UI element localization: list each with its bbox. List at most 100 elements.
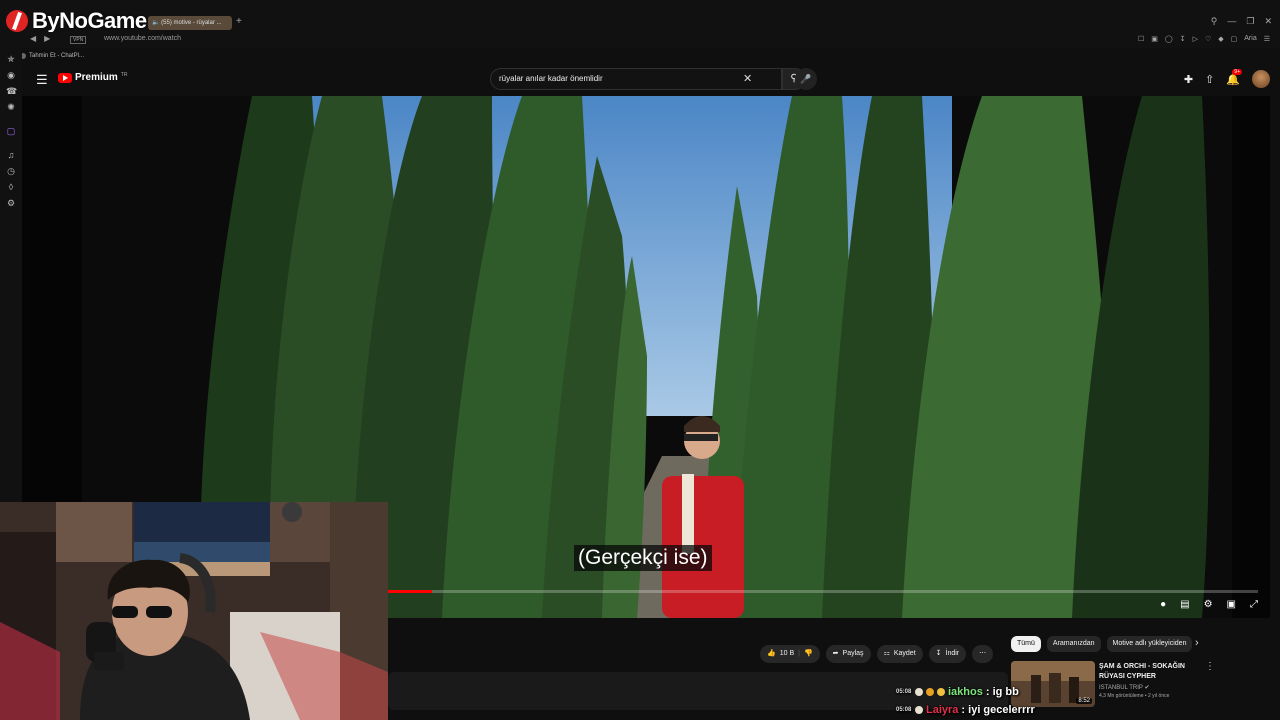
- player-controls: ● ▤ ⚙ ▣ ⤢: [1160, 599, 1258, 610]
- youtube-play-icon: [58, 72, 72, 83]
- recommended-meta: 4,3 Mn görüntüleme • 2 yıl önce: [1099, 693, 1170, 699]
- sidebar-twitch-icon[interactable]: ▢: [6, 126, 16, 136]
- recommendation-chips: Tümü Aramanızdan Motive adlı yükleyicide…: [1011, 636, 1193, 652]
- menu-icon[interactable]: ☰: [1264, 35, 1270, 43]
- search-tabs-icon[interactable]: ⚲: [1211, 16, 1218, 27]
- settings-icon[interactable]: ⚙: [1204, 599, 1213, 610]
- chat-message: 05:08 Laiyra : iyi gecelerrrr: [896, 701, 1036, 719]
- extension-icon[interactable]: ◆: [1218, 35, 1223, 43]
- user-badge-icon: [915, 706, 923, 714]
- webcam-image: [0, 502, 388, 720]
- stream-watermark: ByNoGame: [6, 8, 147, 34]
- speaker-icon: 🔈: [152, 20, 160, 26]
- play-icon[interactable]: ▷: [1193, 35, 1198, 43]
- chevron-right-icon[interactable]: ›: [1195, 637, 1199, 649]
- back-icon[interactable]: ◀: [30, 34, 36, 43]
- navigation-buttons: ◀ ▶: [30, 34, 50, 43]
- new-tab-button[interactable]: +: [236, 16, 242, 27]
- url-field[interactable]: www.youtube.com/watch: [104, 35, 181, 42]
- window-controls: ⚲ — ❐ ✕: [1211, 16, 1272, 27]
- sidebar-history-icon[interactable]: ◷: [6, 166, 16, 176]
- sidebar-aria-icon[interactable]: ✯: [6, 54, 16, 64]
- sidebar-player-icon[interactable]: ♫: [6, 150, 16, 160]
- theater-mode-icon[interactable]: ▣: [1227, 599, 1236, 610]
- thumbs-up-icon: 👍: [767, 650, 776, 657]
- chip-from-search[interactable]: Aramanızdan: [1046, 636, 1101, 652]
- video-duration: 8:52: [1076, 698, 1092, 704]
- chat-username: iakhos: [948, 686, 983, 698]
- like-count: 10 B: [779, 650, 795, 657]
- search-box: ✕: [490, 68, 782, 90]
- share-button[interactable]: ➦ Paylaş: [825, 645, 871, 663]
- screen: ByNoGame 🔈 (55) motive - rüyalar ... + ⚲…: [0, 0, 1280, 720]
- watermark-text: ByNoGame: [32, 8, 147, 33]
- more-actions-button[interactable]: ⋯: [972, 645, 994, 663]
- create-icon[interactable]: ✚: [1184, 73, 1193, 86]
- bookmarks-bar: Tahmin Et - ChatPl...: [20, 50, 84, 62]
- video-progress-bar[interactable]: [388, 590, 1258, 593]
- sidebar-extensions-icon[interactable]: ◊: [6, 182, 16, 192]
- browser-tab-bar: ByNoGame 🔈 (55) motive - rüyalar ... + ⚲…: [0, 0, 1280, 34]
- browser-sidebar: ✯ ◉ ☎ ✺ ▢ ♫ ◷ ◊ ⚙: [0, 48, 22, 508]
- chip-from-uploader[interactable]: Motive adlı yükleyiciden: [1106, 636, 1193, 652]
- recommended-title[interactable]: ŞAM & ORCHI - SOKAĞIN RÜYASI CYPHER: [1099, 662, 1199, 682]
- notifications-icon[interactable]: 🔔 9+: [1226, 68, 1242, 86]
- thumbs-down-icon[interactable]: 👎: [804, 645, 813, 663]
- download-button[interactable]: ↧ İndir: [928, 645, 967, 663]
- avatar[interactable]: [1252, 70, 1270, 88]
- stream-chat-overlay: 05:08 iakhos : ig bb 05:08 Laiyra : iyi …: [896, 683, 1036, 719]
- close-icon[interactable]: ✕: [1264, 16, 1272, 27]
- forward-icon[interactable]: ▶: [44, 34, 50, 43]
- chip-all[interactable]: Tümü: [1011, 636, 1041, 652]
- autoplay-toggle-icon[interactable]: ●: [1160, 599, 1166, 610]
- shield-icon[interactable]: ◯: [1165, 35, 1173, 43]
- snapshot-icon[interactable]: ▣: [1151, 35, 1158, 43]
- recommended-channel[interactable]: ISTANBUL TRIP ✔: [1099, 684, 1150, 691]
- search-input[interactable]: [499, 74, 739, 83]
- bookmark-item[interactable]: Tahmin Et - ChatPl...: [29, 53, 84, 59]
- country-code: TR: [120, 71, 128, 78]
- browser-tab-youtube[interactable]: 🔈 (55) motive - rüyalar ...: [148, 16, 232, 30]
- extensions-toolbar: ☐ ▣ ◯ ↧ ▷ ♡ ◆ ▢ Aria ☰: [1138, 35, 1270, 43]
- chat-message: 05:08 iakhos : ig bb: [896, 683, 1036, 701]
- bookmark-icon[interactable]: ☐: [1138, 35, 1144, 43]
- chat-text: : ig bb: [985, 686, 1019, 698]
- bynogame-logo-icon: [6, 10, 28, 32]
- sidebar-whatsapp-icon[interactable]: ☎: [6, 86, 17, 96]
- divider: |: [798, 650, 800, 657]
- verified-icon: ✔: [1144, 685, 1150, 691]
- sub-badge-icon: [926, 688, 934, 696]
- channel-name: ISTANBUL TRIP: [1099, 685, 1143, 691]
- notification-count: 9+: [1232, 68, 1242, 75]
- sidebar-messenger-icon[interactable]: ✺: [6, 102, 16, 112]
- save-button[interactable]: ⚏ Kaydet: [876, 645, 923, 663]
- streamer-webcam: [0, 502, 388, 720]
- fullscreen-icon[interactable]: ⤢: [1250, 599, 1258, 610]
- menu-icon[interactable]: ☰: [36, 72, 48, 88]
- tab-title: (55) motive - rüyalar ...: [161, 20, 222, 26]
- puzzle-icon[interactable]: ▢: [1231, 35, 1238, 43]
- restore-icon[interactable]: ❐: [1246, 16, 1254, 27]
- sidebar-workspace-icon[interactable]: ◉: [6, 70, 16, 80]
- chat-time: 05:08: [896, 707, 912, 713]
- voice-search-button[interactable]: 🎤: [795, 68, 817, 90]
- captions-icon[interactable]: ▤: [1180, 599, 1189, 610]
- recommended-video[interactable]: 8:52 ŞAM & ORCHI - SOKAĞIN RÜYASI CYPHER…: [1011, 661, 1271, 709]
- minimize-icon[interactable]: —: [1227, 16, 1236, 27]
- save-label: Kaydet: [893, 650, 916, 657]
- sidebar-settings-icon[interactable]: ⚙: [6, 198, 16, 208]
- youtube-logo[interactable]: Premium TR: [58, 72, 127, 83]
- vpn-badge[interactable]: VPN: [70, 36, 87, 44]
- bookmark-icon: ⚏: [883, 650, 890, 657]
- heart-icon[interactable]: ♡: [1205, 35, 1211, 43]
- chat-time: 05:08: [896, 689, 912, 695]
- address-bar: ◀ ▶ VPN www.youtube.com/watch ☐ ▣ ◯ ↧ ▷ …: [0, 32, 1280, 48]
- chat-username: Laiyra: [926, 704, 959, 716]
- more-vertical-icon[interactable]: ⋮: [1205, 661, 1215, 672]
- clear-search-icon[interactable]: ✕: [743, 72, 752, 85]
- download-icon[interactable]: ↧: [1180, 35, 1186, 43]
- upload-icon[interactable]: ⇧: [1205, 73, 1214, 86]
- like-button[interactable]: 👍 10 B | 👎: [760, 645, 820, 663]
- ai-button[interactable]: Aria: [1244, 35, 1256, 43]
- download-label: İndir: [945, 650, 960, 657]
